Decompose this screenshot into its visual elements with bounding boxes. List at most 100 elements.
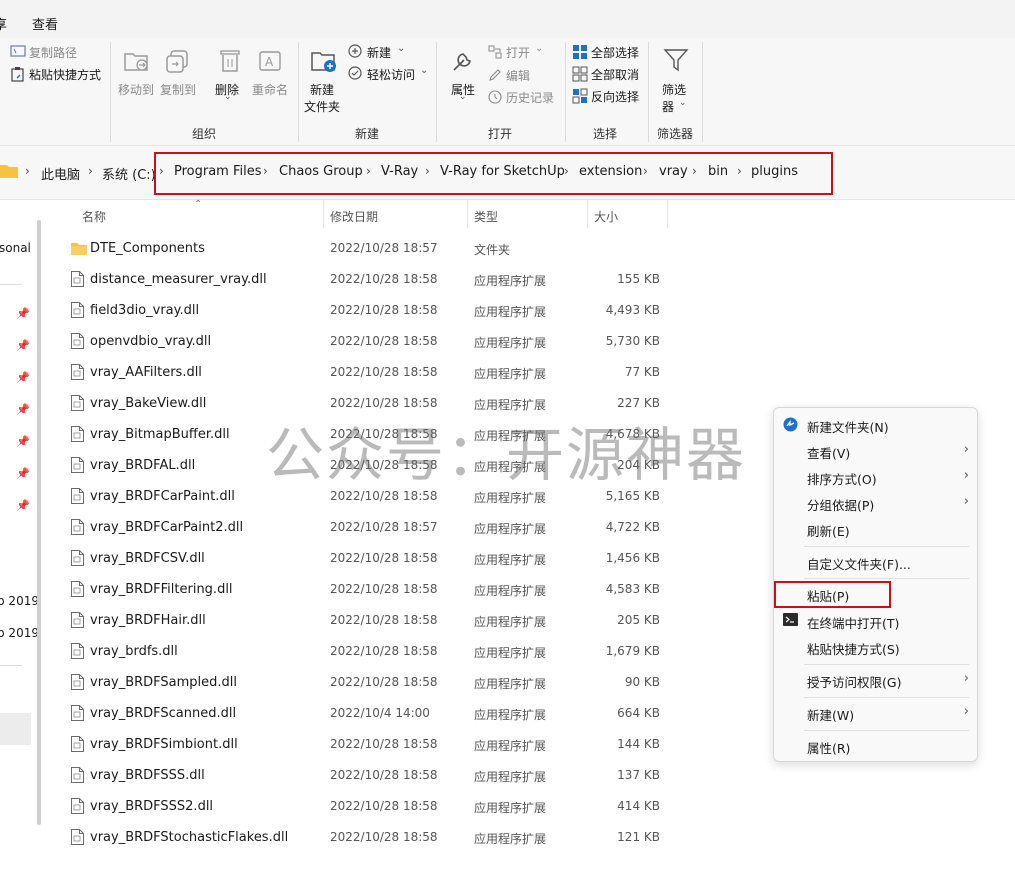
- filter-group-label: 筛选器: [657, 127, 694, 141]
- paste-shortcut-button[interactable]: 粘贴快捷方式: [29, 66, 101, 83]
- submenu-arrow-icon: ›: [963, 494, 969, 509]
- column-divider[interactable]: [587, 200, 588, 228]
- cm-view[interactable]: 查看(V) ›: [774, 438, 979, 464]
- file-row[interactable]: field3dio_vray.dll 2022/10/28 18:58 应用程序扩展…: [68, 294, 688, 325]
- paste-highlight-box: [774, 581, 891, 608]
- column-header-size[interactable]: 大小: [594, 208, 618, 225]
- file-size: 155 KB: [617, 272, 660, 286]
- breadcrumb-this-pc[interactable]: 此电脑: [41, 164, 80, 183]
- file-name: vray_BRDFScanned.dll: [90, 706, 237, 721]
- file-size: 664 KB: [617, 706, 660, 720]
- select-group-label: 选择: [593, 127, 618, 141]
- file-type: 应用程序扩展: [474, 274, 547, 288]
- file-row[interactable]: vray_BRDFSSS.dll 2022/10/28 18:58 应用程序扩展 13…: [68, 759, 688, 790]
- open-button[interactable]: 打开: [506, 44, 530, 61]
- cm-paste-shortcut[interactable]: 粘贴快捷方式(S): [774, 634, 979, 660]
- address-bar[interactable]: › 此电脑 › 系统 (C:) › Program Files › Chaos …: [0, 146, 1015, 200]
- open-chevron-icon: ⌄: [535, 43, 544, 54]
- copy-path-button[interactable]: 复制路径: [29, 44, 77, 61]
- ribbon-separator: [436, 42, 437, 142]
- select-all-button[interactable]: 全部选择: [591, 44, 639, 61]
- file-row[interactable]: vray_BRDFSSS2.dll 2022/10/28 18:58 应用程序扩展 4…: [68, 790, 688, 821]
- submenu-arrow-icon: ›: [963, 442, 969, 457]
- cm-customize-folder[interactable]: 自定义文件夹(F)...: [774, 549, 979, 575]
- new-folder-label-line2[interactable]: 文件夹: [304, 98, 340, 115]
- file-icon: [71, 581, 84, 600]
- new-folder-label-line1[interactable]: 新建: [310, 81, 334, 98]
- invert-selection-button[interactable]: 反向选择: [591, 88, 639, 105]
- context-menu: 新建文件夹(N) 查看(V) › 排序方式(O) › 分组依据(P) › 刷新(…: [773, 407, 978, 762]
- file-name: vray_brdfs.dll: [90, 644, 178, 659]
- pin-icon: 📌: [16, 467, 30, 480]
- filter-label-line1[interactable]: 筛选: [662, 81, 686, 98]
- file-type: 应用程序扩展: [474, 646, 547, 660]
- pin-icon: 📌: [16, 499, 30, 512]
- file-name: vray_BRDFStochasticFlakes.dll: [90, 830, 289, 845]
- file-row[interactable]: vray_BRDFHair.dll 2022/10/28 18:58 应用程序扩展 2…: [68, 604, 688, 635]
- watermark: 公众号：开源神器: [266, 421, 747, 489]
- pin-icon: 📌: [16, 339, 30, 352]
- cm-new-folder[interactable]: 新建文件夹(N): [774, 412, 979, 438]
- file-type: 应用程序扩展: [474, 801, 547, 815]
- file-row[interactable]: vray_BRDFCSV.dll 2022/10/28 18:58 应用程序扩展 1,…: [68, 542, 688, 573]
- file-row[interactable]: vray_AAFilters.dll 2022/10/28 18:58 应用程序扩展…: [68, 356, 688, 387]
- cm-new[interactable]: 新建(W) ›: [774, 700, 979, 726]
- column-header-date[interactable]: 修改日期: [330, 208, 378, 225]
- column-divider[interactable]: [467, 200, 468, 228]
- nav-selected-item[interactable]: [0, 713, 31, 745]
- cm-open-in-terminal[interactable]: 在终端中打开(T): [774, 608, 979, 634]
- nav-item[interactable]: p 2019: [0, 626, 39, 640]
- filter-label-line2[interactable]: 器: [662, 98, 674, 115]
- file-row[interactable]: vray_BRDFCarPaint2.dll 2022/10/28 18:57 应用…: [68, 511, 688, 542]
- file-row[interactable]: vray_BRDFSampled.dll 2022/10/28 18:58 应用程序…: [68, 666, 688, 697]
- cm-separator: [804, 578, 969, 579]
- file-icon: [71, 364, 84, 383]
- cm-refresh[interactable]: 刷新(E): [774, 516, 979, 542]
- file-date: 2022/10/28 18:58: [330, 334, 438, 348]
- cm-properties[interactable]: 属性(R): [774, 733, 979, 759]
- file-row[interactable]: vray_BRDFFiltering.dll 2022/10/28 18:58 应用…: [68, 573, 688, 604]
- menu-share-tab[interactable]: 享: [0, 14, 7, 33]
- cm-separator: [804, 697, 969, 698]
- nav-personal-item[interactable]: sonal: [0, 241, 31, 255]
- file-row[interactable]: vray_brdfs.dll 2022/10/28 18:58 应用程序扩展 1,67…: [68, 635, 688, 666]
- file-row[interactable]: vray_BRDFSimbiont.dll 2022/10/28 18:58 应用程…: [68, 728, 688, 759]
- file-date: 2022/10/28 18:58: [330, 830, 438, 844]
- file-name: DTE_Components: [90, 241, 205, 256]
- file-row[interactable]: vray_BRDFScanned.dll 2022/10/4 14:00 应用程序扩…: [68, 697, 688, 728]
- column-header-name[interactable]: 名称: [82, 208, 106, 225]
- file-row[interactable]: vray_BRDFStochasticFlakes.dll 2022/10/28 …: [68, 821, 688, 852]
- file-name: openvdbio_vray.dll: [90, 334, 212, 349]
- ribbon: 复制路径 粘贴快捷方式 移动到 复制到 删除 ⌄ A 重命名 组织 新建 文件夹…: [0, 38, 1015, 146]
- history-button[interactable]: 历史记录: [506, 89, 554, 106]
- select-none-button[interactable]: 全部取消: [591, 66, 639, 83]
- file-name: vray_BRDFHair.dll: [90, 613, 206, 628]
- new-item-button[interactable]: 新建: [367, 44, 391, 61]
- menu-view-tab[interactable]: 查看: [32, 14, 58, 33]
- cm-group-by[interactable]: 分组依据(P) ›: [774, 490, 979, 516]
- open-icon: [488, 45, 502, 59]
- file-row[interactable]: openvdbio_vray.dll 2022/10/28 18:58 应用程序扩展…: [68, 325, 688, 356]
- cm-grant-access[interactable]: 授予访问权限(G) ›: [774, 667, 979, 693]
- cm-sort-by[interactable]: 排序方式(O) ›: [774, 464, 979, 490]
- column-header-type[interactable]: 类型: [474, 208, 498, 225]
- rename-button[interactable]: 重命名: [252, 81, 288, 98]
- breadcrumb-system-c[interactable]: 系统 (C:): [102, 164, 156, 183]
- file-row[interactable]: distance_measurer_vray.dll 2022/10/28 18:…: [68, 263, 688, 294]
- nav-scrollbar[interactable]: [37, 220, 41, 825]
- file-icon: [71, 736, 84, 755]
- nav-item[interactable]: p 2019: [0, 594, 39, 608]
- file-type: 文件夹: [474, 243, 511, 257]
- column-divider[interactable]: [323, 200, 324, 228]
- file-row[interactable]: DTE_Components 2022/10/28 18:57 文件夹: [68, 232, 688, 263]
- copy-to-button[interactable]: 复制到: [160, 81, 196, 98]
- move-to-button[interactable]: 移动到: [118, 81, 154, 98]
- file-icon: [71, 395, 84, 414]
- column-divider[interactable]: [667, 200, 668, 228]
- folder-icon: [0, 164, 18, 178]
- easy-access-button[interactable]: 轻松访问: [367, 66, 415, 83]
- file-date: 2022/10/28 18:58: [330, 799, 438, 813]
- file-icon: [71, 457, 84, 476]
- edit-button[interactable]: 编辑: [506, 67, 530, 84]
- file-icon: [71, 519, 84, 538]
